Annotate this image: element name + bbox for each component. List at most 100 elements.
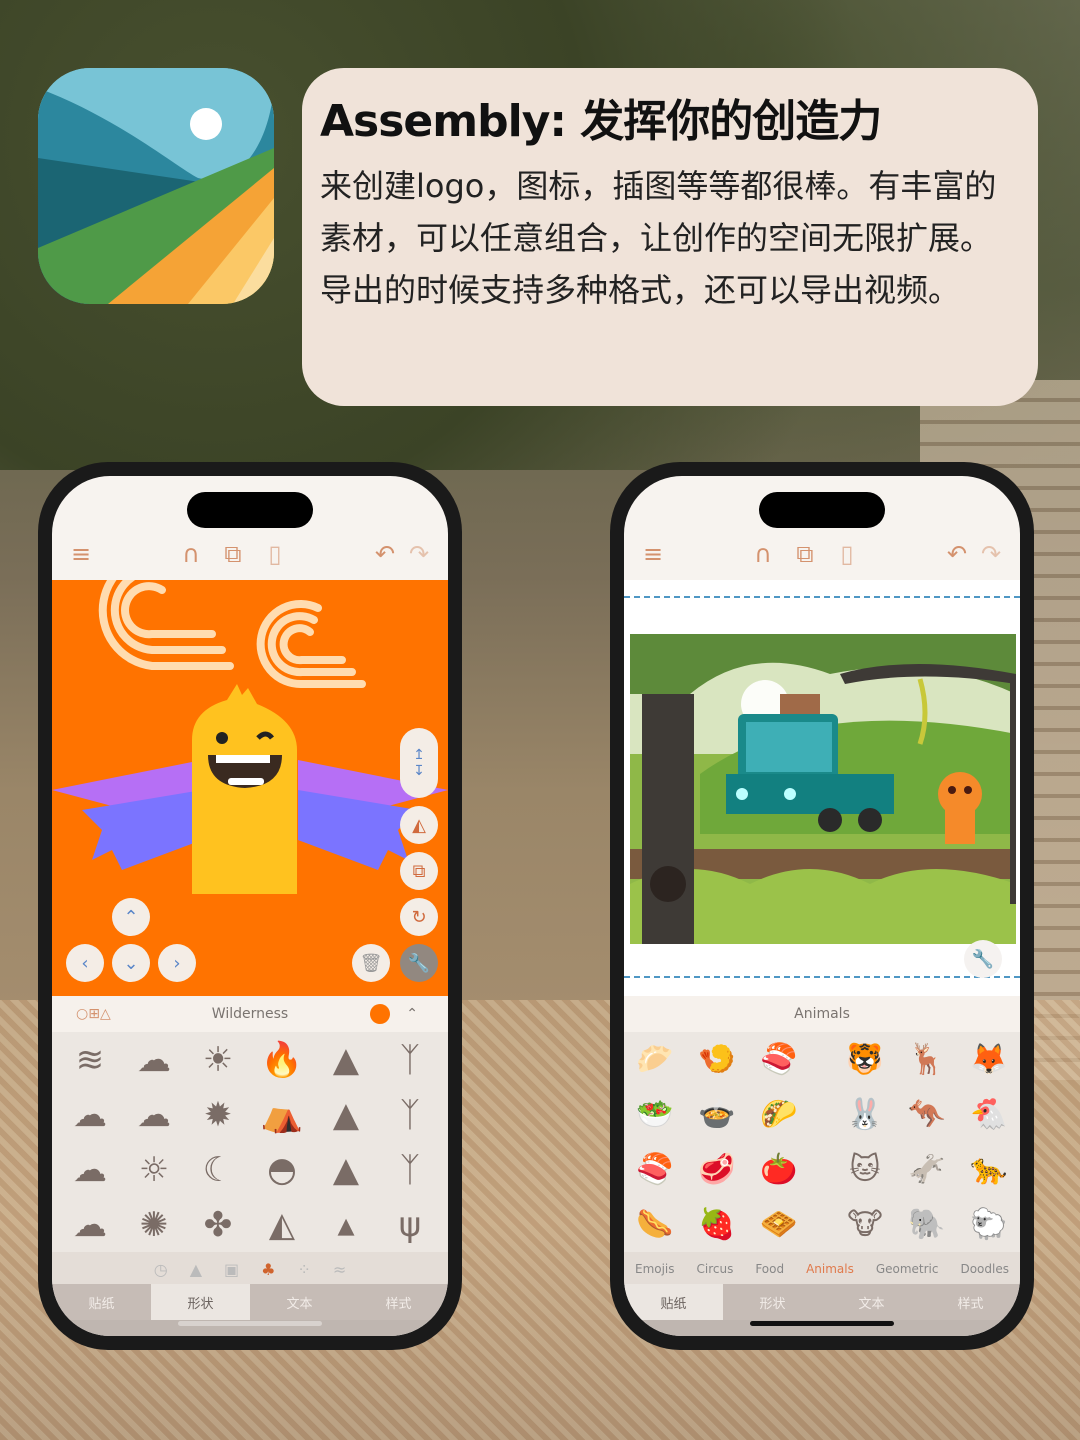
category-selector[interactable]: Wilderness (212, 1006, 288, 1022)
sticker[interactable]: 🧇 (748, 1197, 810, 1252)
shape-bare-tree[interactable]: ᛉ (378, 1142, 442, 1197)
shape-cactus[interactable]: ψ (378, 1197, 442, 1252)
sticker[interactable]: 🐆 (958, 1142, 1020, 1197)
sticker[interactable]: 🍅 (748, 1142, 810, 1197)
tab-styles[interactable]: 样式 (349, 1284, 448, 1320)
duplicate-button[interactable]: ⧉ (400, 852, 438, 890)
paste-icon[interactable]: ▯ (258, 537, 292, 571)
shape-spire-tree[interactable]: ▴ (314, 1197, 378, 1252)
tree-icon[interactable]: ♣ (261, 1260, 275, 1279)
redo-icon[interactable]: ↷ (402, 537, 436, 571)
shape-pine-tree[interactable]: ▲ (314, 1142, 378, 1197)
design-canvas[interactable]: ⌃ ‹ ⌄ › ↥ ↧ ◭ ⧉ ↻ 🗑 🔧 (52, 580, 448, 996)
copy-icon[interactable]: ⧉ (788, 537, 822, 571)
design-canvas[interactable]: 🔧 (624, 580, 1020, 996)
chevron-up-icon[interactable]: ⌃ (406, 1006, 418, 1022)
tab-text[interactable]: 文本 (250, 1284, 349, 1320)
shape-maple-leaf[interactable]: ✤ (186, 1197, 250, 1252)
shape-pine-tree[interactable]: ▲ (314, 1087, 378, 1142)
sticker[interactable]: 🥗 (624, 1087, 686, 1142)
move-down-button[interactable]: ⌄ (112, 944, 150, 982)
sticker[interactable]: 🦊 (958, 1032, 1020, 1087)
shape-cloud[interactable]: ☁ (58, 1087, 122, 1142)
move-left-button[interactable]: ‹ (66, 944, 104, 982)
magnet-icon[interactable]: ∩ (174, 537, 208, 571)
square-icon[interactable]: ▣ (224, 1260, 239, 1279)
move-right-button[interactable]: › (158, 944, 196, 982)
hamburger-icon[interactable]: ≡ (636, 537, 670, 571)
rotate-button[interactable]: ↻ (400, 898, 438, 936)
tab-styles[interactable]: 样式 (921, 1284, 1020, 1320)
shape-moon[interactable]: ☾ (186, 1142, 250, 1197)
tab-text[interactable]: 文本 (822, 1284, 921, 1320)
wifi-icon[interactable]: ≈ (333, 1260, 346, 1279)
shape-rock[interactable]: ◓ (250, 1142, 314, 1197)
shape-sun-ring[interactable]: ✺ (122, 1197, 186, 1252)
sticker[interactable]: 🍓 (686, 1197, 748, 1252)
sticker[interactable]: 🌭 (624, 1197, 686, 1252)
shape-cloud[interactable]: ☁ (122, 1032, 186, 1087)
tools-button[interactable]: 🔧 (400, 944, 438, 982)
move-up-button[interactable]: ⌃ (112, 898, 150, 936)
sticker[interactable]: 🥩 (686, 1142, 748, 1197)
shape-sun[interactable]: ☀ (186, 1032, 250, 1087)
subcategory-animals[interactable]: Animals (806, 1262, 854, 1276)
undo-icon[interactable]: ↶ (368, 537, 402, 571)
tools-button[interactable]: 🔧 (964, 940, 1002, 978)
tab-shapes[interactable]: 形状 (723, 1284, 822, 1320)
paste-icon[interactable]: ▯ (830, 537, 864, 571)
shape-pine-tree[interactable]: ▲ (314, 1032, 378, 1087)
magnet-icon[interactable]: ∩ (746, 537, 780, 571)
flip-button[interactable]: ◭ (400, 806, 438, 844)
sticker[interactable]: 🥟 (624, 1032, 686, 1087)
shape-cloud[interactable]: ☁ (58, 1197, 122, 1252)
shape-cloud[interactable]: ☁ (58, 1142, 122, 1197)
shape-sun-rays[interactable]: ☼ (122, 1142, 186, 1197)
shape-bare-tree[interactable]: ᛉ (378, 1032, 442, 1087)
tab-stickers[interactable]: 贴纸 (52, 1284, 151, 1320)
sticker[interactable]: 🐔 (958, 1087, 1020, 1142)
subcategory-circus[interactable]: Circus (697, 1262, 734, 1276)
sticker[interactable]: 🍣 (748, 1032, 810, 1087)
sticker[interactable]: 🍲 (686, 1087, 748, 1142)
sticker[interactable]: 🍣 (624, 1142, 686, 1197)
shape-type-icons[interactable]: ○⊞△ (76, 1006, 111, 1022)
shape-cloud[interactable]: ☁ (122, 1087, 186, 1142)
subcategory-doodles[interactable]: Doodles (960, 1262, 1009, 1276)
sticker[interactable]: 🍤 (686, 1032, 748, 1087)
tab-stickers[interactable]: 贴纸 (624, 1284, 723, 1320)
shape-hill[interactable]: ◭ (250, 1197, 314, 1252)
redo-icon[interactable]: ↷ (974, 537, 1008, 571)
send-backward-icon[interactable]: ↧ (413, 763, 425, 779)
subcategory-food[interactable]: Food (755, 1262, 784, 1276)
subcategory-emojis[interactable]: Emojis (635, 1262, 675, 1276)
copy-icon[interactable]: ⧉ (216, 537, 250, 571)
sticker[interactable]: 🐰 (834, 1087, 896, 1142)
subcategory-geometric[interactable]: Geometric (876, 1262, 939, 1276)
dots-icon[interactable]: ⁘ (297, 1260, 310, 1279)
delete-button[interactable]: 🗑 (352, 944, 390, 982)
sticker[interactable]: 🐱 (834, 1142, 896, 1197)
sticker[interactable]: 🐯 (834, 1032, 896, 1087)
shape-campfire[interactable]: 🔥 (250, 1032, 314, 1087)
category-selector[interactable]: Animals (794, 1006, 850, 1022)
sticker[interactable]: 🐮 (834, 1197, 896, 1252)
shape-wind[interactable]: ≋ (58, 1032, 122, 1087)
triangle-icon[interactable]: ▲ (190, 1260, 202, 1279)
layer-order-control[interactable]: ↥ ↧ (400, 728, 438, 798)
clock-icon[interactable]: ◷ (154, 1260, 168, 1279)
tab-shapes[interactable]: 形状 (151, 1284, 250, 1320)
color-swatch[interactable] (370, 1004, 390, 1024)
sticker[interactable]: 🦌 (896, 1032, 958, 1087)
sticker[interactable]: 🦘 (896, 1087, 958, 1142)
sticker[interactable]: 🫏 (896, 1142, 958, 1197)
sticker[interactable]: 🌮 (748, 1087, 810, 1142)
bring-forward-icon[interactable]: ↥ (413, 747, 425, 763)
hamburger-icon[interactable]: ≡ (64, 537, 98, 571)
shape-sun-burst[interactable]: ✹ (186, 1087, 250, 1142)
sticker[interactable]: 🐑 (958, 1197, 1020, 1252)
shape-tent[interactable]: ⛺ (250, 1087, 314, 1142)
undo-icon[interactable]: ↶ (940, 537, 974, 571)
shape-bare-tree[interactable]: ᛉ (378, 1087, 442, 1142)
sticker[interactable]: 🐘 (896, 1197, 958, 1252)
